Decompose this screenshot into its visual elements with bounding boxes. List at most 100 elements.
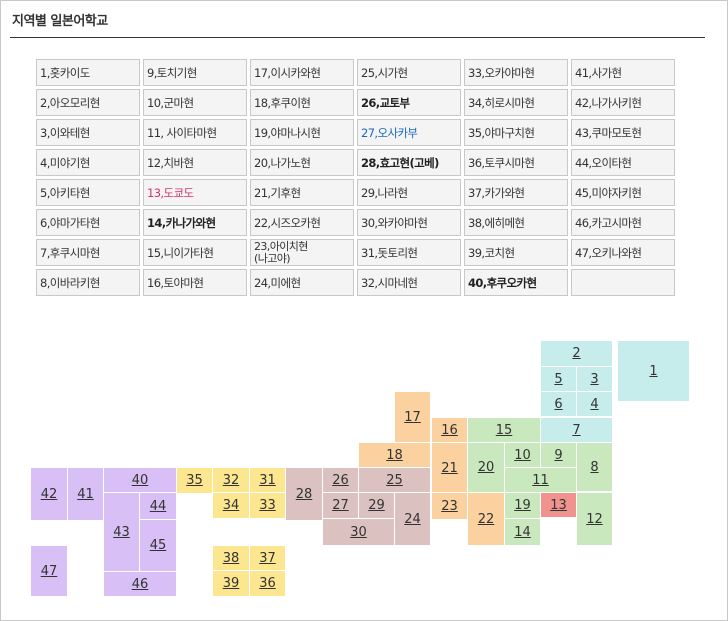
title-divider bbox=[10, 37, 705, 38]
prefecture-link[interactable]: 6,야마가타현 bbox=[36, 209, 140, 236]
map-prefecture-1[interactable]: 1 bbox=[617, 340, 690, 402]
map-prefecture-25[interactable]: 25 bbox=[358, 467, 431, 493]
prefecture-link[interactable]: 17,이시카와현 bbox=[250, 59, 354, 86]
prefecture-link[interactable]: 39,코치현 bbox=[464, 239, 568, 266]
map-prefecture-32[interactable]: 32 bbox=[212, 467, 250, 494]
map-prefecture-46[interactable]: 46 bbox=[103, 571, 177, 597]
map-prefecture-20[interactable]: 20 bbox=[467, 442, 505, 493]
map-prefecture-22[interactable]: 22 bbox=[467, 492, 505, 546]
prefecture-link[interactable]: 46,카고시마현 bbox=[571, 209, 675, 236]
map-prefecture-19[interactable]: 19 bbox=[504, 492, 541, 519]
map-prefecture-2[interactable]: 2 bbox=[540, 340, 613, 367]
prefecture-link[interactable]: 15,니이가타현 bbox=[143, 239, 247, 266]
map-prefecture-8[interactable]: 8 bbox=[576, 442, 613, 492]
prefecture-link[interactable]: 23,아이치현 (나고야) bbox=[250, 239, 354, 266]
map-prefecture-34[interactable]: 34 bbox=[212, 492, 250, 519]
map-prefecture-44[interactable]: 44 bbox=[139, 492, 177, 520]
prefecture-link[interactable]: 26,교토부 bbox=[357, 89, 461, 116]
map-prefecture-12[interactable]: 12 bbox=[576, 492, 613, 546]
prefecture-link[interactable]: 36,토쿠시마현 bbox=[464, 149, 568, 176]
prefecture-link[interactable]: 28,효고현(고베) bbox=[357, 149, 461, 176]
table-row: 2,아오모리현 10,군마현 18,후쿠이현 26,교토부 34,히로시마현 4… bbox=[36, 89, 675, 116]
prefecture-link[interactable]: 2,아오모리현 bbox=[36, 89, 140, 116]
prefecture-link[interactable]: 20,나가노현 bbox=[250, 149, 354, 176]
map-prefecture-13[interactable]: 13 bbox=[540, 492, 577, 518]
map-prefecture-37[interactable]: 37 bbox=[249, 545, 286, 571]
prefecture-link[interactable]: 37,카가와현 bbox=[464, 179, 568, 206]
prefecture-link[interactable]: 14,카나가와현 bbox=[143, 209, 247, 236]
map-prefecture-36[interactable]: 36 bbox=[249, 570, 286, 597]
map-prefecture-33[interactable]: 33 bbox=[249, 492, 286, 519]
table-row: 1,홋카이도 9,토치기현 17,이시카와현 25,시가현 33,오카야마현 4… bbox=[36, 59, 675, 86]
map-prefecture-40[interactable]: 40 bbox=[103, 467, 177, 494]
prefecture-link[interactable]: 30,와카야마현 bbox=[357, 209, 461, 236]
prefecture-link[interactable]: 43,쿠마모토현 bbox=[571, 119, 675, 146]
prefecture-link[interactable]: 34,히로시마현 bbox=[464, 89, 568, 116]
prefecture-link[interactable]: 25,시가현 bbox=[357, 59, 461, 86]
prefecture-link[interactable]: 21,기후현 bbox=[250, 179, 354, 206]
map-prefecture-30[interactable]: 30 bbox=[322, 518, 395, 546]
map-prefecture-5[interactable]: 5 bbox=[540, 366, 577, 392]
prefecture-link[interactable]: 11, 사이타마현 bbox=[143, 119, 247, 146]
map-prefecture-43[interactable]: 43 bbox=[103, 492, 140, 572]
prefecture-link[interactable]: 16,토야마현 bbox=[143, 269, 247, 296]
map-prefecture-18[interactable]: 18 bbox=[358, 442, 431, 468]
map-prefecture-29[interactable]: 29 bbox=[358, 492, 395, 519]
prefecture-link[interactable]: 8,이바라키현 bbox=[36, 269, 140, 296]
prefecture-link[interactable]: 1,홋카이도 bbox=[36, 59, 140, 86]
prefecture-link[interactable]: 42,나가사키현 bbox=[571, 89, 675, 116]
prefecture-link[interactable]: 32,시마네현 bbox=[357, 269, 461, 296]
map-prefecture-10[interactable]: 10 bbox=[504, 442, 541, 468]
map-prefecture-41[interactable]: 41 bbox=[67, 467, 104, 521]
prefecture-link[interactable]: 9,토치기현 bbox=[143, 59, 247, 86]
map-prefecture-4[interactable]: 4 bbox=[576, 391, 613, 417]
prefecture-link[interactable]: 29,나라현 bbox=[357, 179, 461, 206]
prefecture-link[interactable]: 33,오카야마현 bbox=[464, 59, 568, 86]
map-prefecture-9[interactable]: 9 bbox=[540, 442, 577, 468]
map-prefecture-26[interactable]: 26 bbox=[322, 467, 359, 493]
prefecture-link[interactable]: 7,후쿠시마현 bbox=[36, 239, 140, 266]
map-prefecture-47[interactable]: 47 bbox=[30, 545, 68, 597]
map-prefecture-21[interactable]: 21 bbox=[431, 442, 468, 494]
prefecture-link[interactable]: 44,오이타현 bbox=[571, 149, 675, 176]
prefecture-link[interactable]: 47,오키나와현 bbox=[571, 239, 675, 266]
map-prefecture-24[interactable]: 24 bbox=[394, 492, 431, 546]
table-row: 8,이바라키현 16,토야마현 24,미에현 32,시마네현 40,후쿠오카현 bbox=[36, 269, 675, 296]
map-prefecture-15[interactable]: 15 bbox=[467, 417, 541, 443]
prefecture-link[interactable]: 27,오사카부 bbox=[357, 119, 461, 146]
table-row: 6,야마가타현 14,카나가와현 22,시즈오카현 30,와카야마현 38,에히… bbox=[36, 209, 675, 236]
map-prefecture-16[interactable]: 16 bbox=[431, 417, 468, 443]
prefecture-link[interactable]: 12,치바현 bbox=[143, 149, 247, 176]
prefecture-link[interactable]: 18,후쿠이현 bbox=[250, 89, 354, 116]
prefecture-link[interactable]: 45,미야자키현 bbox=[571, 179, 675, 206]
prefecture-link[interactable]: 24,미에현 bbox=[250, 269, 354, 296]
map-prefecture-38[interactable]: 38 bbox=[212, 545, 250, 571]
prefecture-link[interactable]: 38,에히메현 bbox=[464, 209, 568, 236]
map-prefecture-27[interactable]: 27 bbox=[322, 492, 359, 519]
prefecture-link[interactable]: 19,야마나시현 bbox=[250, 119, 354, 146]
map-prefecture-39[interactable]: 39 bbox=[212, 570, 250, 597]
prefecture-link[interactable]: 4,미야기현 bbox=[36, 149, 140, 176]
map-prefecture-17[interactable]: 17 bbox=[394, 391, 431, 443]
map-prefecture-6[interactable]: 6 bbox=[540, 391, 577, 417]
prefecture-link[interactable]: 35,야마구치현 bbox=[464, 119, 568, 146]
map-prefecture-28[interactable]: 28 bbox=[285, 467, 323, 521]
map-prefecture-23[interactable]: 23 bbox=[431, 492, 468, 520]
prefecture-link[interactable]: 41,사가현 bbox=[571, 59, 675, 86]
map-prefecture-3[interactable]: 3 bbox=[576, 366, 613, 392]
prefecture-link[interactable]: 10,군마현 bbox=[143, 89, 247, 116]
map-prefecture-7[interactable]: 7 bbox=[540, 417, 613, 443]
prefecture-link[interactable]: 5,아키타현 bbox=[36, 179, 140, 206]
map-prefecture-45[interactable]: 45 bbox=[139, 519, 177, 572]
map-prefecture-42[interactable]: 42 bbox=[30, 467, 68, 521]
map-prefecture-35[interactable]: 35 bbox=[176, 467, 213, 494]
map-prefecture-11[interactable]: 11 bbox=[504, 467, 577, 493]
prefecture-link[interactable]: 13,도쿄도 bbox=[143, 179, 247, 206]
map-prefecture-14[interactable]: 14 bbox=[504, 518, 541, 546]
table-row: 3,이와테현 11, 사이타마현 19,야마나시현 27,오사카부 35,야마구… bbox=[36, 119, 675, 146]
prefecture-link[interactable]: 22,시즈오카현 bbox=[250, 209, 354, 236]
prefecture-link[interactable]: 31,돗토리현 bbox=[357, 239, 461, 266]
prefecture-link[interactable]: 40,후쿠오카현 bbox=[464, 269, 568, 296]
map-prefecture-31[interactable]: 31 bbox=[249, 467, 286, 494]
prefecture-link[interactable]: 3,이와테현 bbox=[36, 119, 140, 146]
